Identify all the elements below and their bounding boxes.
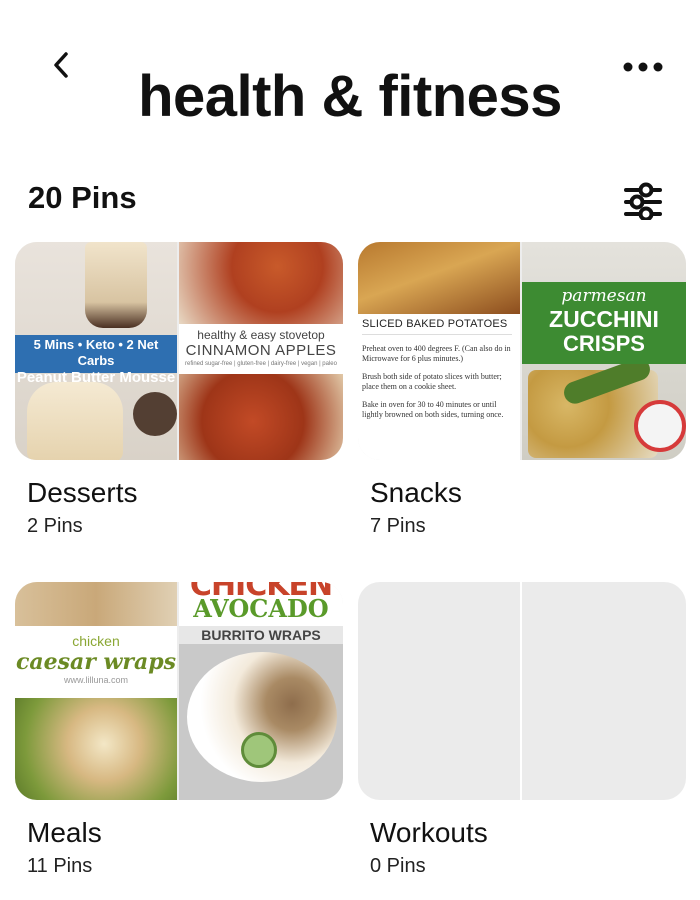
mousse-glass-image bbox=[85, 242, 147, 328]
pin-text: parmesan bbox=[561, 286, 647, 306]
pin-sliced-baked-potatoes: SLICED BAKED POTATOES Preheat oven to 40… bbox=[358, 242, 520, 460]
chocolate-chips-image bbox=[133, 392, 177, 436]
wraps-photo bbox=[15, 582, 177, 626]
board-meals[interactable]: chicken caesar wraps www.lilluna.com CHI… bbox=[15, 582, 343, 877]
pin-caesar-wraps: chicken caesar wraps www.lilluna.com bbox=[15, 582, 177, 800]
board-snacks[interactable]: SLICED BAKED POTATOES Preheat oven to 40… bbox=[358, 242, 686, 537]
empty-cover-placeholder bbox=[522, 582, 686, 800]
pin-title: SLICED BAKED POTATOES bbox=[362, 318, 512, 335]
page-title: health & fitness bbox=[138, 64, 562, 129]
pin-text: CINNAMON APPLES bbox=[185, 342, 337, 359]
board-workouts[interactable]: Workouts 0 Pins bbox=[358, 582, 686, 877]
recipe-step: Brush both side of potato slices with bu… bbox=[362, 372, 502, 391]
pin-text: Peanut Butter Mousse bbox=[16, 369, 176, 386]
empty-cover-placeholder bbox=[358, 582, 520, 800]
cucumber-image bbox=[241, 732, 277, 768]
board-name: Meals bbox=[27, 817, 102, 848]
pin-text: ZUCCHINI bbox=[549, 306, 659, 332]
pin-text: chicken bbox=[72, 633, 120, 649]
board-cover: chicken caesar wraps www.lilluna.com CHI… bbox=[15, 582, 343, 800]
apples-photo bbox=[179, 242, 343, 324]
dip-bowl-image bbox=[634, 400, 686, 452]
pin-peanut-butter-mousse: 5 Mins • Keto • 2 Net Carbs Peanut Butte… bbox=[15, 242, 177, 460]
apples-photo bbox=[179, 374, 343, 460]
board-name: Workouts bbox=[370, 817, 488, 848]
board-cover bbox=[358, 582, 686, 800]
pin-text: refined sugar-free | gluten-free | dairy… bbox=[185, 361, 337, 367]
pin-text: healthy & easy stovetop bbox=[197, 328, 325, 342]
pin-label: chicken caesar wraps www.lilluna.com bbox=[15, 626, 177, 698]
board-pin-count: 0 Pins bbox=[370, 855, 426, 877]
pin-text: www.lilluna.com bbox=[63, 675, 129, 685]
board-name: Snacks bbox=[370, 477, 462, 508]
pin-avocado-burrito-wraps: CHICKEN AVOCADO BURRITO WRAPS bbox=[179, 582, 343, 800]
pin-text: caesar wraps bbox=[15, 649, 177, 675]
recipe-step: Preheat oven to 400 degrees F. (Can also… bbox=[362, 344, 511, 363]
board-desserts[interactable]: 5 Mins • Keto • 2 Net Carbs Peanut Butte… bbox=[15, 242, 343, 537]
mousse-glass-image bbox=[27, 382, 123, 460]
pin-banner: parmesan ZUCCHINI CRISPS bbox=[522, 282, 686, 364]
board-name: Desserts bbox=[27, 477, 138, 508]
sliders-icon bbox=[624, 182, 662, 222]
potatoes-photo bbox=[358, 242, 520, 314]
pin-text: AVOCADO bbox=[193, 594, 329, 623]
board-cover: 5 Mins • Keto • 2 Net Carbs Peanut Butte… bbox=[15, 242, 343, 460]
salad-photo bbox=[15, 698, 177, 800]
pin-recipe-text: Preheat oven to 400 degrees F. (Can also… bbox=[362, 344, 514, 428]
pin-text: BURRITO WRAPS bbox=[179, 626, 343, 644]
pin-zucchini-crisps: parmesan ZUCCHINI CRISPS bbox=[522, 242, 686, 460]
board-pin-count: 7 Pins bbox=[370, 515, 426, 537]
pin-banner: 5 Mins • Keto • 2 Net Carbs Peanut Butte… bbox=[15, 335, 177, 386]
pin-label: healthy & easy stovetop CINNAMON APPLES … bbox=[179, 324, 343, 374]
pin-cinnamon-apples: healthy & easy stovetop CINNAMON APPLES … bbox=[179, 242, 343, 460]
board-cover: SLICED BAKED POTATOES Preheat oven to 40… bbox=[358, 242, 686, 460]
pins-count: 20 Pins bbox=[28, 180, 137, 215]
board-pin-count: 2 Pins bbox=[27, 515, 83, 537]
top-bar: health & fitness bbox=[0, 0, 700, 160]
pin-text: CRISPS bbox=[563, 331, 645, 356]
filter-button[interactable] bbox=[622, 180, 664, 222]
recipe-step: Bake in oven for 30 to 40 minutes or unt… bbox=[362, 400, 504, 419]
pin-text: 5 Mins • Keto • 2 Net Carbs bbox=[33, 337, 159, 368]
board-pin-count: 11 Pins bbox=[27, 855, 93, 877]
